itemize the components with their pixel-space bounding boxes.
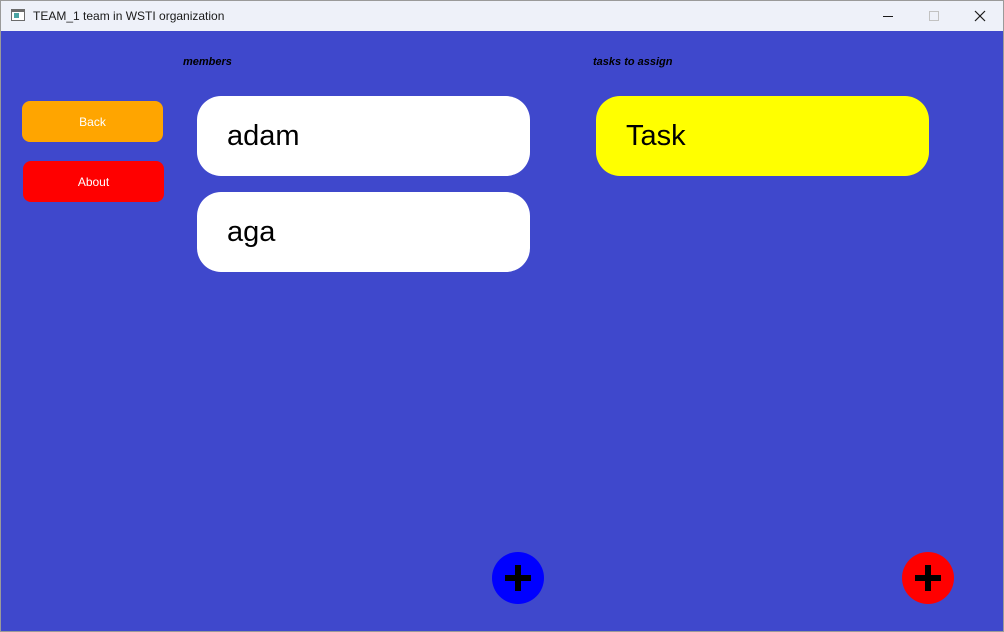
member-name: adam: [227, 119, 300, 152]
app-icon: [11, 9, 25, 21]
add-member-button[interactable]: [492, 552, 544, 604]
task-card[interactable]: Task: [596, 96, 929, 176]
close-icon: [974, 10, 986, 22]
tasks-heading: tasks to assign: [593, 56, 673, 68]
minimize-button[interactable]: [865, 1, 911, 31]
member-card[interactable]: aga: [197, 192, 530, 272]
members-heading: members: [183, 56, 232, 68]
about-button[interactable]: About: [23, 161, 164, 202]
back-button[interactable]: Back: [22, 101, 163, 142]
member-name: aga: [227, 215, 276, 248]
add-task-button[interactable]: [902, 552, 954, 604]
task-name: Task: [626, 119, 686, 152]
app-window: TEAM_1 team in WSTI organization members…: [0, 0, 1004, 632]
minimize-icon: [883, 16, 893, 17]
title-bar[interactable]: TEAM_1 team in WSTI organization: [1, 1, 1003, 31]
maximize-button[interactable]: [911, 1, 957, 31]
close-button[interactable]: [957, 1, 1003, 31]
member-card[interactable]: adam: [197, 96, 530, 176]
window-title: TEAM_1 team in WSTI organization: [33, 9, 225, 23]
maximize-icon: [929, 11, 939, 21]
